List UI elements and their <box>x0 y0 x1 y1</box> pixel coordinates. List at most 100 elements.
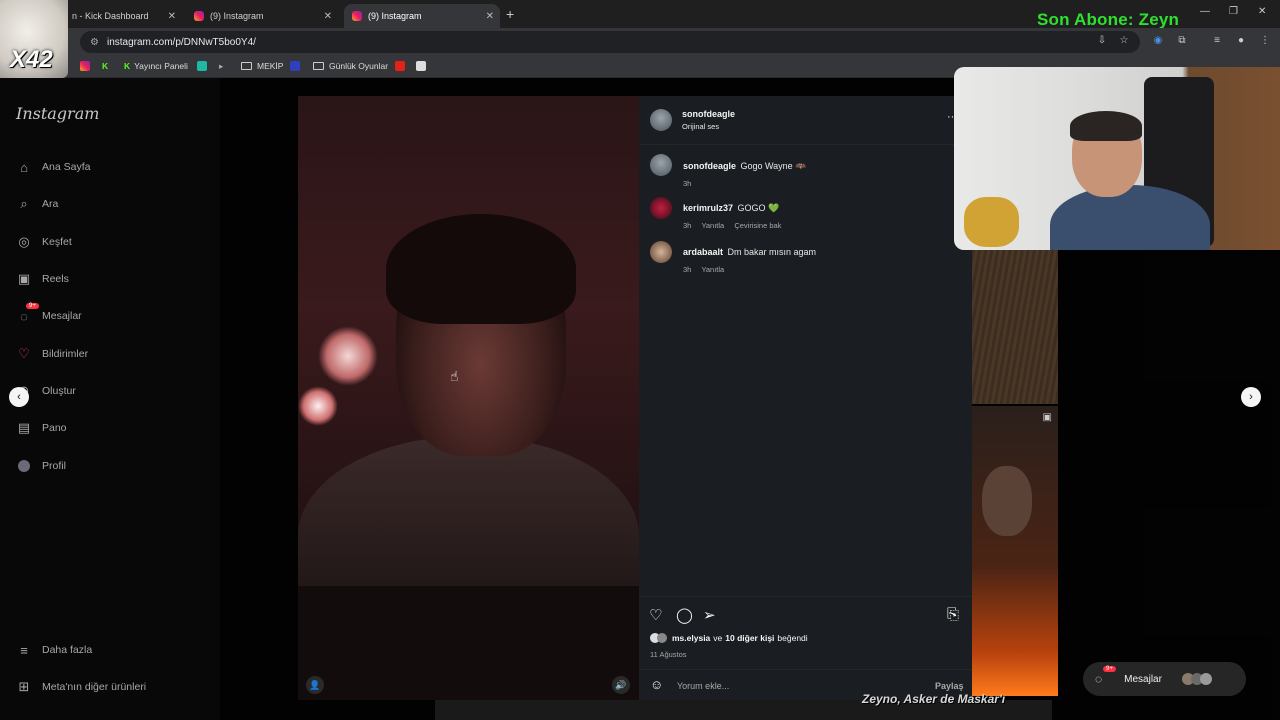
sidebar-item-label: Meta'nın diğer ürünleri <box>42 681 147 693</box>
chart-icon: ▤ <box>17 420 31 435</box>
sidebar-item-label: Oluştur <box>42 385 76 397</box>
youtube-bookmark-icon[interactable] <box>395 61 410 71</box>
blue-bookmark-icon[interactable] <box>290 61 305 71</box>
reels-icon: ▣ <box>17 271 31 286</box>
post-date: 11 Ağustos <box>650 650 687 659</box>
comment-text: Dm bakar mısın agam <box>727 247 817 257</box>
reply-button[interactable]: Yanıtla <box>701 221 724 230</box>
sidebar-item-meta[interactable]: ⊞ Meta'nın diğer ürünleri <box>16 679 147 695</box>
likes-summary[interactable]: ms.elysia ve 10 diğer kişi beğendi <box>650 633 808 643</box>
sidebar-item-label: Profil <box>42 460 66 472</box>
sidebar-item-explore[interactable]: ◎ Keşfet <box>16 234 72 250</box>
volume-icon[interactable]: 🔊 <box>612 676 630 694</box>
likes-connector: ve <box>713 633 723 643</box>
see-translation-button[interactable]: Çevirisine bak <box>734 221 781 230</box>
kick-bookmark-icon[interactable]: K <box>102 61 108 71</box>
image-bookmark-icon[interactable] <box>416 61 431 71</box>
site-info-icon[interactable]: ⚙ <box>90 37 99 48</box>
tab-kick-dashboard[interactable]: n - Kick Dashboard ✕ <box>64 4 182 28</box>
post-comment-button[interactable]: Paylaş <box>935 681 964 691</box>
bookmark-mekip[interactable]: MEKİP <box>241 61 283 71</box>
tab-label: n - Kick Dashboard <box>72 11 149 21</box>
next-post-arrow-icon[interactable]: › <box>1241 387 1261 407</box>
grid-tile-thumbnail[interactable] <box>972 250 1058 404</box>
extensions-puzzle-icon[interactable]: ⧉ <box>1176 35 1188 47</box>
minimize-icon[interactable]: — <box>1200 6 1210 17</box>
hamburger-icon: ≡ <box>20 642 28 658</box>
bookmark-yayinci-paneli[interactable]: K Yayıncı Paneli <box>124 61 188 71</box>
caption-username[interactable]: sonofdeagle <box>683 161 736 171</box>
sidebar-item-messages[interactable]: ◌ 9+ Mesajlar <box>16 303 82 324</box>
sidebar-item-home[interactable]: ⌂ Ana Sayfa <box>16 159 90 175</box>
instagram-bookmark-icon[interactable] <box>80 61 95 71</box>
floating-messages-button[interactable]: ◌ 9+ Mesajlar <box>1083 662 1246 696</box>
media-control-icon[interactable]: ≡ <box>1211 35 1223 47</box>
yellow-bag <box>964 197 1019 247</box>
tagged-user-icon[interactable]: 👤 <box>306 676 324 694</box>
home-icon: ⌂ <box>20 159 28 175</box>
divider <box>639 144 972 145</box>
meta-grid-icon: ⊞ <box>18 679 30 694</box>
browser-menu-icon[interactable]: ⋮ <box>1259 35 1271 47</box>
emoji-icon[interactable]: ☺ <box>650 677 663 692</box>
tab-instagram-2-active[interactable]: (9) Instagram ✕ <box>344 4 500 28</box>
divider <box>639 669 972 670</box>
tab-instagram-1[interactable]: (9) Instagram ✕ <box>186 4 338 28</box>
liker-username[interactable]: ms.elysia <box>672 633 710 643</box>
add-comment-input[interactable]: Yorum ekle... <box>677 681 729 691</box>
sidebar-item-dashboard[interactable]: ▤ Pano <box>16 420 67 436</box>
previous-post-arrow-icon[interactable]: ‹ <box>9 387 29 407</box>
url-field[interactable]: ⚙ instagram.com/p/DNNwT5bo0Y4/ <box>80 31 1140 53</box>
bookmark-label: Yayıncı Paneli <box>134 61 188 71</box>
bokeh-light <box>318 326 378 386</box>
restore-icon[interactable]: ❐ <box>1229 6 1238 17</box>
sidebar-item-profile[interactable]: Profil <box>16 458 66 474</box>
post-video[interactable]: ☝ 👤 🔊 <box>298 96 639 700</box>
instagram-favicon-icon <box>194 11 204 21</box>
teal-bookmark-icon[interactable] <box>197 61 212 71</box>
comment-username[interactable]: kerimrulz37 <box>683 203 733 213</box>
profile-icon[interactable]: ● <box>1235 35 1247 47</box>
last-subscriber-banner: Son Abone: Zeyn <box>1037 10 1180 29</box>
sidebar-item-reels[interactable]: ▣ Reels <box>16 271 69 287</box>
caption-avatar[interactable] <box>650 154 672 176</box>
messenger-icon: ◌ 9+ <box>16 303 39 324</box>
bookmark-star-icon[interactable]: ☆ <box>1118 35 1130 47</box>
author-username[interactable]: sonofdeagle <box>682 109 735 119</box>
sidebar-item-label: Keşfet <box>42 236 72 248</box>
bookmark-label: Günlük Oyunlar <box>329 61 389 71</box>
share-icon[interactable]: ➢ <box>703 606 716 624</box>
folder-icon <box>313 62 324 70</box>
liker-avatar <box>657 633 667 643</box>
install-app-icon[interactable]: ⇩ <box>1096 35 1108 47</box>
post-details-panel: sonofdeagle Orijinal ses ··· sonofdeagle… <box>639 96 972 700</box>
close-tab-icon[interactable]: ✕ <box>486 11 494 22</box>
extension-icon[interactable]: ◉ <box>1152 35 1164 47</box>
bookmark-gunluk-oyunlar[interactable]: Günlük Oyunlar <box>313 61 388 71</box>
other-likers[interactable]: 10 diğer kişi <box>725 633 774 643</box>
author-avatar[interactable] <box>650 109 672 131</box>
messages-label: Mesajlar <box>1124 673 1162 685</box>
instagram-logo[interactable]: Instagram <box>16 104 99 123</box>
caption: sonofdeagle Gogo Wayne 🦇 3h <box>683 156 953 188</box>
save-bookmark-icon[interactable]: ⎘ <box>947 606 959 623</box>
grid-tile-thumbnail[interactable]: ▣ <box>972 406 1058 696</box>
comment-avatar[interactable] <box>650 197 672 219</box>
comment-avatar[interactable] <box>650 241 672 263</box>
caption-time: 3h <box>683 179 692 188</box>
new-tab-icon[interactable]: + <box>506 6 514 22</box>
comment-username[interactable]: ardabaalt <box>683 247 723 257</box>
sidebar-item-notifications[interactable]: ♡ Bildirimler <box>16 346 88 362</box>
like-heart-icon[interactable]: ♡ <box>649 606 662 624</box>
reply-button[interactable]: Yanıtla <box>701 265 724 274</box>
audio-label[interactable]: Orijinal ses <box>682 122 735 131</box>
comment-item: ardabaalt Dm bakar mısın agam 3h Yanıtla <box>683 242 953 274</box>
sidebar-item-search[interactable]: ⌕ Ara <box>16 196 58 212</box>
close-tab-icon[interactable]: ✕ <box>168 11 176 22</box>
sidebar-item-more[interactable]: ≡ Daha fazla <box>16 642 92 658</box>
sidebar-item-label: Pano <box>42 422 67 434</box>
comment-icon[interactable]: ◯ <box>676 606 693 624</box>
play-bookmark-icon[interactable]: ▸ <box>219 61 223 72</box>
close-window-icon[interactable]: ✕ <box>1258 6 1266 17</box>
close-tab-icon[interactable]: ✕ <box>324 11 332 22</box>
